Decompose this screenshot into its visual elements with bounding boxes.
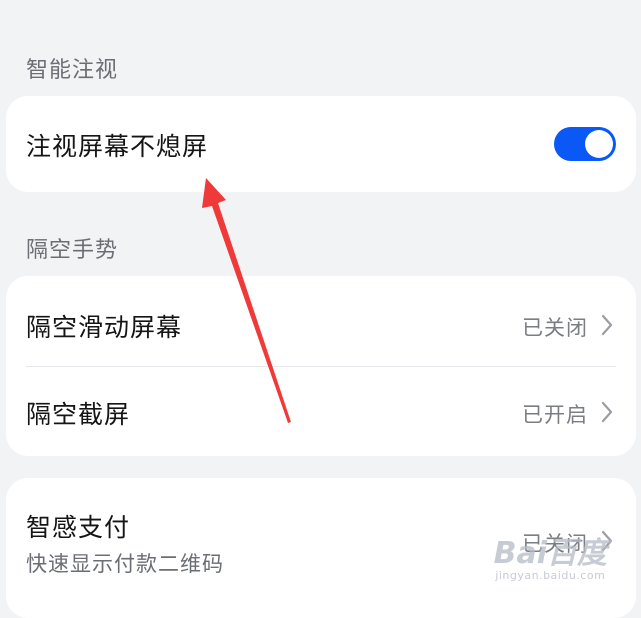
- smart-pay-card: 智感支付 快速显示付款二维码 已关闭: [6, 478, 636, 618]
- smart-pay-row[interactable]: 智感支付 快速显示付款二维码 已关闭: [6, 478, 636, 618]
- toggle-knob: [585, 130, 613, 158]
- smart-pay-label: 智感支付: [26, 513, 131, 542]
- air-gesture-card: 隔空滑动屏幕 已关闭 隔空截屏 已开启: [6, 276, 636, 456]
- air-swipe-row[interactable]: 隔空滑动屏幕 已关闭: [6, 276, 636, 366]
- smart-pay-description: 快速显示付款二维码: [26, 552, 224, 576]
- smart-pay-status: 已关闭: [522, 532, 588, 556]
- air-screenshot-row[interactable]: 隔空截屏 已开启: [6, 367, 636, 456]
- air-swipe-status: 已关闭: [522, 316, 588, 340]
- keep-screen-on-toggle[interactable]: [554, 127, 616, 161]
- air-screenshot-status: 已开启: [522, 403, 588, 427]
- chevron-right-icon: [601, 530, 613, 552]
- air-swipe-label: 隔空滑动屏幕: [26, 313, 183, 342]
- section-title-air-gesture: 隔空手势: [26, 238, 119, 263]
- chevron-right-icon: [601, 401, 613, 423]
- smart-gaze-card: 注视屏幕不熄屏: [6, 96, 636, 192]
- section-title-smart-gaze: 智能注视: [26, 58, 119, 83]
- chevron-right-icon: [601, 314, 613, 336]
- keep-screen-on-label: 注视屏幕不熄屏: [26, 132, 209, 161]
- keep-screen-on-row[interactable]: 注视屏幕不熄屏: [6, 96, 636, 192]
- air-screenshot-label: 隔空截屏: [26, 400, 131, 429]
